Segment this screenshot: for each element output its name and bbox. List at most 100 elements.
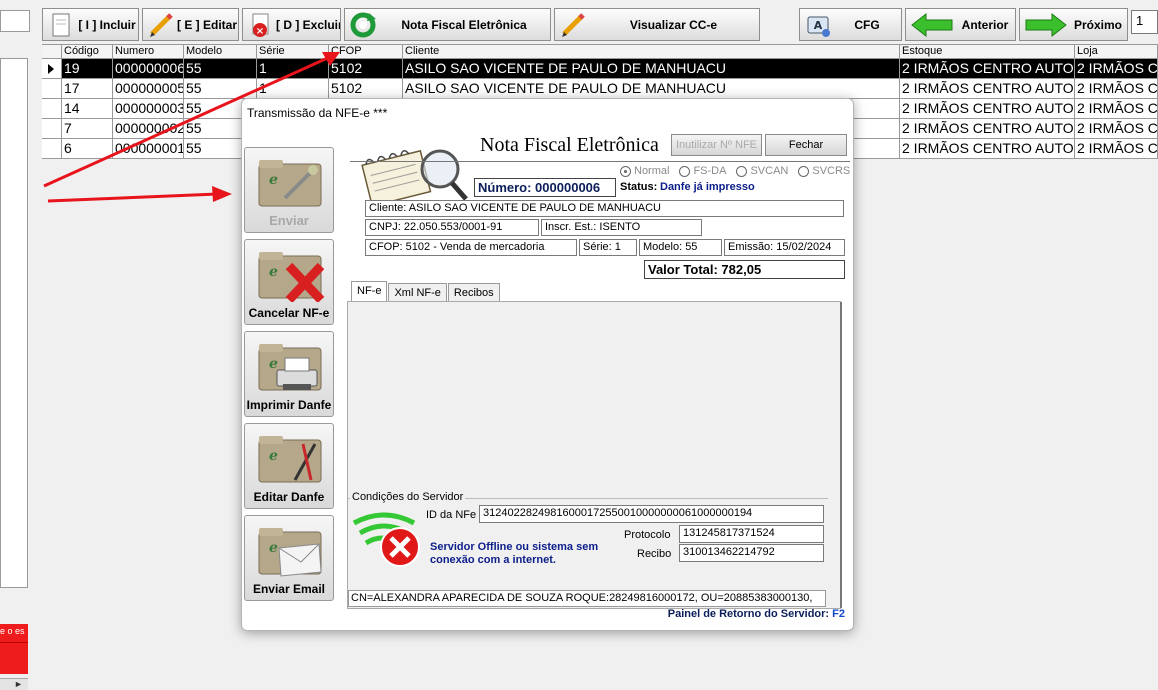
folder-send-icon: e xyxy=(258,160,322,207)
tab-recibos[interactable]: Recibos xyxy=(447,283,500,301)
proximo-button[interactable]: Próximo xyxy=(1019,8,1128,41)
radio-fs-da-circle[interactable] xyxy=(679,165,691,177)
anterior-label: Anterior xyxy=(961,17,1009,32)
cfg-button[interactable]: A CFG xyxy=(799,8,902,41)
cell-codigo: 7 xyxy=(62,119,113,138)
table-row[interactable]: 17 000000005 55 1 5102 ASILO SAO VICENTE… xyxy=(42,79,1158,99)
arrow-right-icon xyxy=(1023,11,1069,39)
radio-svcrs[interactable]: SVCRS xyxy=(798,165,850,177)
grid-header: Código Numero Modelo Série CFOP Cliente … xyxy=(42,45,1158,59)
page-number-input[interactable]: 1 xyxy=(1131,10,1158,34)
cell-codigo: 6 xyxy=(62,139,113,158)
row-indicator xyxy=(42,119,62,138)
dialog-heading: Nota Fiscal Eletrônica xyxy=(480,134,659,156)
status-value: Danfe já impresso xyxy=(660,181,755,193)
nfe-transmission-dialog[interactable]: Transmissão da NFE-e *** e Enviar e Canc… xyxy=(241,98,854,631)
editar-danfe-button[interactable]: e Editar Danfe xyxy=(244,423,334,509)
imprimir-danfe-button[interactable]: e Imprimir Danfe xyxy=(244,331,334,417)
radio-svcan-circle[interactable] xyxy=(736,165,748,177)
row-indicator xyxy=(42,59,62,78)
header-numero[interactable]: Numero xyxy=(113,45,184,58)
left-scrollbar[interactable]: ► xyxy=(0,678,28,690)
folder-email-icon: e xyxy=(258,528,322,577)
id-nfe-field[interactable]: 3124022824981600017255001000000006100000… xyxy=(479,505,824,523)
annotation-arrowhead-icon xyxy=(212,186,232,202)
editar-button[interactable]: [ E ] Editar xyxy=(142,8,239,41)
left-list[interactable] xyxy=(0,58,28,588)
cce-label: Visualizar CC-e xyxy=(629,17,718,32)
divider xyxy=(840,302,842,608)
header-cliente[interactable]: Cliente xyxy=(403,45,900,58)
recibo-field[interactable]: 310013462214792 xyxy=(679,544,824,562)
cell-loja: 2 IRMÃOS CE xyxy=(1077,79,1158,98)
radio-svcrs-circle[interactable] xyxy=(798,165,810,177)
cell-codigo: 14 xyxy=(62,99,113,118)
tab-bar: NF-e Xml NF-e Recibos xyxy=(351,281,501,301)
valor-total-field: Valor Total: 782,05 xyxy=(644,260,845,279)
nfe-tab-panel: Condições do Servidor ID da NFe 31240228… xyxy=(347,301,842,609)
cfg-label: CFG xyxy=(854,17,880,32)
cell-numero: 000000002 xyxy=(115,119,184,138)
nfe-button[interactable]: Nota Fiscal Eletrônica xyxy=(344,8,551,41)
cell-loja: 2 IRMÃOS CE xyxy=(1077,59,1158,78)
cell-numero: 000000005 xyxy=(115,79,184,98)
cell-estoque: 2 IRMÃOS CENTRO AUTOM xyxy=(902,79,1075,98)
left-search-input[interactable] xyxy=(0,10,30,32)
table-row[interactable]: 19 000000006 55 1 5102 ASILO SAO VICENTE… xyxy=(42,59,1158,79)
protocolo-field[interactable]: 131245817371524 xyxy=(679,525,824,543)
cell-numero: 000000003 xyxy=(115,99,184,118)
server-offline-icon xyxy=(352,512,420,567)
visualizar-cce-button[interactable]: Visualizar CC-e xyxy=(554,8,760,41)
notepad-magnifier-icon xyxy=(361,149,468,205)
fechar-button[interactable]: Fechar xyxy=(765,134,847,156)
cell-cfop: 5102 xyxy=(329,79,403,98)
incluir-label: [ I ] Incluir xyxy=(78,17,136,32)
header-cfop[interactable]: CFOP xyxy=(329,45,403,58)
arrow-left-icon xyxy=(909,11,955,39)
emissao-field: Emissão: 15/02/2024 xyxy=(724,239,845,256)
anterior-button[interactable]: Anterior xyxy=(905,8,1016,41)
modelo-field: Modelo: 55 xyxy=(639,239,722,256)
inutilizar-nfe-button[interactable]: Inutilizar Nº NFE xyxy=(671,134,762,156)
cell-loja: 2 IRMÃOS CE xyxy=(1077,119,1158,138)
tab-xml-nfe[interactable]: Xml NF-e xyxy=(388,283,447,301)
excluir-button[interactable]: × [ D ] Excluir xyxy=(242,8,341,41)
divider xyxy=(0,642,28,643)
svg-text:e: e xyxy=(269,540,278,556)
radio-fs-da[interactable]: FS-DA xyxy=(679,165,726,177)
header-estoque[interactable]: Estoque xyxy=(900,45,1075,58)
svg-text:e: e xyxy=(269,264,278,280)
enviar-email-button[interactable]: e Enviar Email xyxy=(244,515,334,601)
recibo-label: Recibo xyxy=(637,548,672,560)
certificate-field: CN=ALEXANDRA APARECIDA DE SOUZA ROQUE:28… xyxy=(348,590,826,607)
indicator-header xyxy=(42,45,62,58)
header-serie[interactable]: Série xyxy=(257,45,329,58)
radio-normal[interactable]: Normal xyxy=(620,165,669,177)
radio-svcan[interactable]: SVCAN xyxy=(736,165,788,177)
emission-mode-radios: Normal FS-DA SVCAN SVCRS xyxy=(620,165,850,177)
cell-cliente: ASILO SAO VICENTE DE PAULO DE MANHUACU xyxy=(403,79,900,98)
scroll-right-icon[interactable]: ► xyxy=(14,679,23,689)
cfop-field: CFOP: 5102 - Venda de mercadoria xyxy=(365,239,577,256)
refresh-sync-icon xyxy=(348,11,378,39)
dialog-title: Transmissão da NFE-e *** xyxy=(247,106,388,120)
enviar-label: Enviar xyxy=(269,213,309,228)
enviar-button[interactable]: e Enviar xyxy=(244,147,334,233)
header-codigo[interactable]: Código xyxy=(62,45,113,58)
excluir-label: [ D ] Excluir xyxy=(276,17,341,32)
row-indicator xyxy=(42,139,62,158)
cell-serie: 1 xyxy=(257,79,329,98)
header-modelo[interactable]: Modelo xyxy=(184,45,257,58)
radio-normal-circle[interactable] xyxy=(620,165,631,177)
tab-nfe[interactable]: NF-e xyxy=(351,281,388,301)
row-pointer-icon xyxy=(48,64,54,74)
header-loja[interactable]: Loja xyxy=(1075,45,1158,58)
incluir-button[interactable]: [ I ] Incluir xyxy=(42,8,139,41)
footer-shortcut-key: F2 xyxy=(832,608,845,620)
delete-document-icon: × xyxy=(246,11,276,39)
protocolo-label: Protocolo xyxy=(624,529,671,541)
radio-svcan-label: SVCAN xyxy=(750,165,789,177)
server-panel-footer: Painel de Retorno do Servidor: F2 xyxy=(668,608,845,620)
cancelar-nfe-button[interactable]: e Cancelar NF-e xyxy=(244,239,334,325)
cell-numero: 000000001 xyxy=(115,139,184,158)
